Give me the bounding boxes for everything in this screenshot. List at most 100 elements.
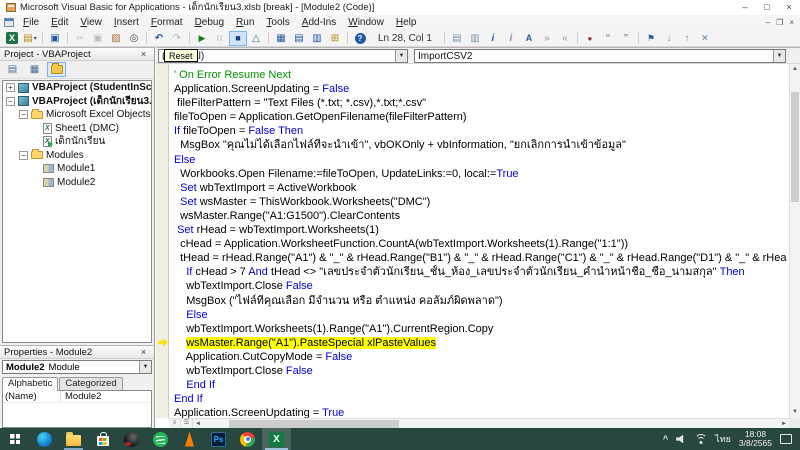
code-line[interactable]: wsMaster.Range("A1").PasteSpecial xlPast…: [174, 336, 789, 350]
photoshop-icon[interactable]: [204, 428, 233, 450]
code-line[interactable]: wbTextImport.Worksheets(1).Range("A1").C…: [174, 322, 789, 336]
design-mode-button[interactable]: △: [247, 31, 265, 46]
project-explorer-button[interactable]: ▦: [272, 31, 290, 46]
tab-alphabetic[interactable]: Alphabetic: [2, 377, 58, 391]
expand-toggle-icon[interactable]: −: [19, 110, 28, 119]
expand-toggle-icon[interactable]: +: [6, 83, 15, 92]
scroll-right-icon[interactable]: ►: [779, 421, 789, 427]
tree-item-[interactable]: เด็กนักเรียน: [3, 135, 151, 149]
menu-view[interactable]: View: [74, 17, 108, 28]
complete-word-button[interactable]: A: [520, 31, 538, 46]
next-bookmark-button[interactable]: ↓: [660, 31, 678, 46]
redo-button[interactable]: ↷: [168, 31, 186, 46]
wifi-icon[interactable]: [694, 434, 707, 444]
code-line[interactable]: End If: [174, 378, 789, 392]
menu-window[interactable]: Window: [342, 17, 390, 28]
save-button[interactable]: ▣: [46, 31, 64, 46]
code-line[interactable]: Set wbTextImport = ActiveWorkbook: [174, 181, 789, 195]
menu-format[interactable]: Format: [145, 17, 189, 28]
chevron-down-icon[interactable]: ▾: [34, 35, 37, 42]
insert-userform-button[interactable]: ▤▾: [21, 31, 39, 46]
property-row[interactable]: (Name) Module2: [3, 391, 151, 403]
store-icon[interactable]: [88, 428, 117, 450]
code-line[interactable]: ' On Error Resume Next: [174, 68, 789, 82]
find-button[interactable]: ◎: [125, 31, 143, 46]
tree-item-microsoft-excel-objects[interactable]: −Microsoft Excel Objects: [3, 108, 151, 122]
code-line[interactable]: Set wsMaster = ThisWorkbook.Worksheets("…: [174, 195, 789, 209]
tree-item-module2[interactable]: Module2: [3, 176, 151, 190]
code-line[interactable]: Application.CutCopyMode = False: [174, 350, 789, 364]
outdent-button[interactable]: «: [556, 31, 574, 46]
excel-icon[interactable]: [262, 428, 291, 450]
properties-object-selector[interactable]: Module2 Module ▼: [2, 360, 152, 374]
language-indicator[interactable]: ไทย: [715, 432, 731, 446]
menu-run[interactable]: Run: [230, 17, 260, 28]
scroll-down-icon[interactable]: ▼: [790, 407, 800, 418]
scroll-up-icon[interactable]: ▲: [790, 64, 800, 75]
scrollbar-thumb[interactable]: [229, 420, 399, 428]
reset-button[interactable]: ■: [229, 31, 247, 46]
expand-toggle-icon[interactable]: −: [6, 97, 15, 106]
toolbox-button[interactable]: ⊞: [326, 31, 344, 46]
code-line[interactable]: Set rHead = wbTextImport.Worksheets(1): [174, 223, 789, 237]
view-excel-button[interactable]: X: [3, 31, 21, 46]
comment-block-button[interactable]: “: [599, 31, 617, 46]
vlc-icon[interactable]: [175, 428, 204, 450]
break-button[interactable]: II: [211, 31, 229, 46]
properties-window-button[interactable]: ▤: [290, 31, 308, 46]
code-line[interactable]: tHead = rHead.Range("A1") & "_" & rHead.…: [174, 251, 789, 265]
tree-item-modules[interactable]: −Modules: [3, 149, 151, 163]
indent-button[interactable]: »: [538, 31, 556, 46]
chevron-down-icon[interactable]: ▼: [395, 50, 407, 62]
tree-item-sheet1-dmc[interactable]: Sheet1 (DMC): [3, 122, 151, 136]
chrome-icon[interactable]: [233, 428, 262, 450]
procedure-view-button[interactable]: ≡: [169, 419, 181, 428]
close-button[interactable]: ×: [778, 0, 800, 15]
edge-icon[interactable]: [30, 428, 59, 450]
maximize-button[interactable]: □: [756, 0, 778, 15]
procedure-dropdown[interactable]: ImportCSV2 ▼: [414, 49, 786, 63]
tree-item-vbaproject-studentinschoollis[interactable]: +VBAProject (StudentInSchoolLis: [3, 81, 151, 95]
list-constants-button[interactable]: ▥: [466, 31, 484, 46]
menu-help[interactable]: Help: [390, 17, 423, 28]
previous-bookmark-button[interactable]: ↑: [678, 31, 696, 46]
mdi-minimize-button[interactable]: –: [766, 18, 770, 27]
code-line[interactable]: wbTextImport.Close False: [174, 279, 789, 293]
menu-file[interactable]: File: [17, 17, 45, 28]
volume-icon[interactable]: [676, 435, 686, 444]
module-window-icon[interactable]: [4, 18, 14, 27]
tree-item-module1[interactable]: Module1: [3, 162, 151, 176]
code-line[interactable]: MsgBox ("ไฟล์ที่คุณเลือก มีจำนวน หรือ ตำ…: [174, 294, 789, 308]
action-center-icon[interactable]: [780, 434, 792, 444]
paste-button[interactable]: ▨: [107, 31, 125, 46]
clear-bookmarks-button[interactable]: ×: [696, 31, 714, 46]
quick-info-button[interactable]: i: [484, 31, 502, 46]
scroll-left-icon[interactable]: ◄: [193, 421, 203, 427]
code-line[interactable]: If fileToOpen = False Then: [174, 124, 789, 138]
mdi-close-button[interactable]: ×: [789, 18, 794, 27]
project-panel-close-icon[interactable]: ×: [137, 49, 150, 59]
minimize-button[interactable]: –: [734, 0, 756, 15]
expand-toggle-icon[interactable]: −: [19, 151, 28, 160]
chevron-down-icon[interactable]: ▼: [139, 361, 151, 373]
tab-categorized[interactable]: Categorized: [59, 377, 122, 390]
code-line[interactable]: MsgBox "คุณไม่ได้เลือกไฟล์ที่จะนำเข้า", …: [174, 138, 789, 152]
code-line[interactable]: Else: [174, 308, 789, 322]
code-line[interactable]: Application.ScreenUpdating = True: [174, 406, 789, 418]
menu-edit[interactable]: Edit: [45, 17, 74, 28]
toggle-bookmark-button[interactable]: ⚑: [642, 31, 660, 46]
object-browser-button[interactable]: ▥: [308, 31, 326, 46]
code-line[interactable]: fileFilterPattern = "Text Files (*.txt; …: [174, 96, 789, 110]
menu-addins[interactable]: Add-Ins: [296, 17, 342, 28]
menu-debug[interactable]: Debug: [189, 17, 230, 28]
copy-button[interactable]: ▣: [89, 31, 107, 46]
view-object-button[interactable]: ▦: [25, 62, 44, 77]
uncomment-block-button[interactable]: ”: [617, 31, 635, 46]
code-line[interactable]: wsMaster.Range("A1:G1500").ClearContents: [174, 209, 789, 223]
toggle-folders-button[interactable]: [47, 62, 66, 77]
list-properties-button[interactable]: ▤: [448, 31, 466, 46]
code-line[interactable]: fileToOpen = Application.GetOpenFilename…: [174, 110, 789, 124]
spotify-icon[interactable]: [146, 428, 175, 450]
vertical-scrollbar[interactable]: ▲ ▼: [789, 64, 800, 418]
code-line[interactable]: cHead = Application.WorksheetFunction.Co…: [174, 237, 789, 251]
